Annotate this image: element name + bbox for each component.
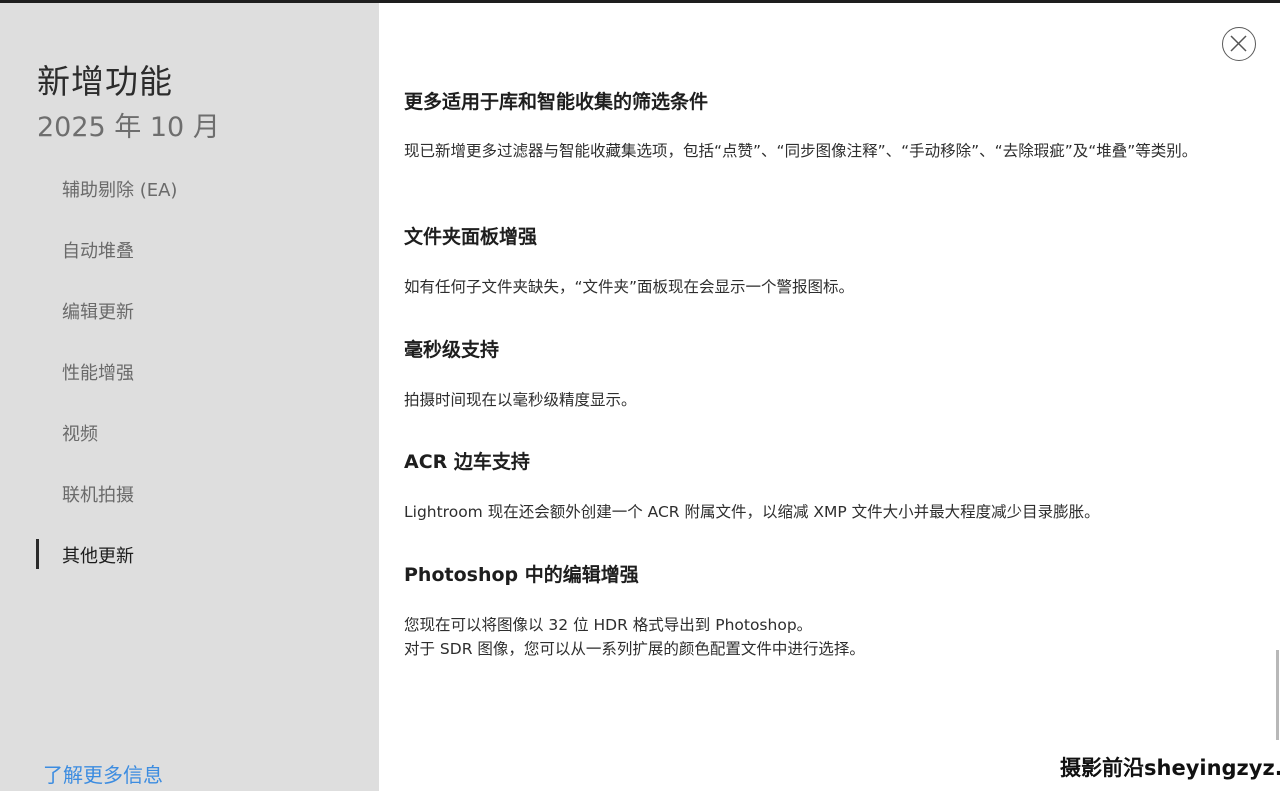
sidebar-item-label: 辅助剔除 (EA) xyxy=(62,180,178,201)
close-icon xyxy=(1230,35,1247,52)
release-date: 2025 年 10 月 xyxy=(37,112,220,143)
section-title: Photoshop 中的编辑增强 xyxy=(404,564,639,586)
sidebar-item-performance[interactable]: 性能增强 xyxy=(0,350,379,411)
sidebar-title: 新增功能 xyxy=(37,62,173,101)
section-body: Lightroom 现在还会额外创建一个 ACR 附属文件，以缩减 XMP 文件… xyxy=(404,503,1100,521)
sidebar-item-label: 编辑更新 xyxy=(62,302,134,323)
sidebar-item-auto-stacking[interactable]: 自动堆叠 xyxy=(0,228,379,289)
sidebar-item-label: 自动堆叠 xyxy=(62,241,134,262)
section-title: ACR 边车支持 xyxy=(404,451,530,473)
section-body: 如有任何子文件夹缺失，“文件夹”面板现在会显示一个警报图标。 xyxy=(404,278,855,296)
learn-more-link[interactable]: 了解更多信息 xyxy=(43,759,163,788)
sidebar-nav: 辅助剔除 (EA) 自动堆叠 编辑更新 性能增强 视频 联机拍摄 其他更新 xyxy=(0,167,379,594)
sidebar-item-label: 性能增强 xyxy=(62,363,134,384)
sidebar-item-video[interactable]: 视频 xyxy=(0,411,379,472)
section-title: 文件夹面板增强 xyxy=(404,226,538,248)
sidebar-item-tethered-capture[interactable]: 联机拍摄 xyxy=(0,472,379,533)
sidebar-item-other-updates[interactable]: 其他更新 xyxy=(0,533,379,594)
section-title: 毫秒级支持 xyxy=(404,339,500,361)
watermark: 摄影前沿sheyingzyz.com xyxy=(1060,756,1280,780)
section-body: 现已新增更多过滤器与智能收藏集选项，包括“点赞”、“同步图像注释”、“手动移除”… xyxy=(404,142,1198,160)
sidebar: 新增功能 2025 年 10 月 辅助剔除 (EA) 自动堆叠 编辑更新 性能增… xyxy=(0,3,379,791)
section-body: 拍摄时间现在以毫秒级精度显示。 xyxy=(404,391,637,409)
sidebar-item-edit-updates[interactable]: 编辑更新 xyxy=(0,289,379,350)
section-body: 您现在可以将图像以 32 位 HDR 格式导出到 Photoshop。 对于 S… xyxy=(404,616,865,658)
sidebar-item-label: 其他更新 xyxy=(62,546,134,567)
sidebar-item-assisted-culling[interactable]: 辅助剔除 (EA) xyxy=(0,167,379,228)
scrollbar[interactable] xyxy=(1276,650,1279,740)
section-title: 更多适用于库和智能收集的筛选条件 xyxy=(404,91,709,113)
sidebar-item-label: 联机拍摄 xyxy=(62,485,134,506)
sidebar-item-label: 视频 xyxy=(62,424,98,445)
close-button[interactable] xyxy=(1222,27,1256,61)
